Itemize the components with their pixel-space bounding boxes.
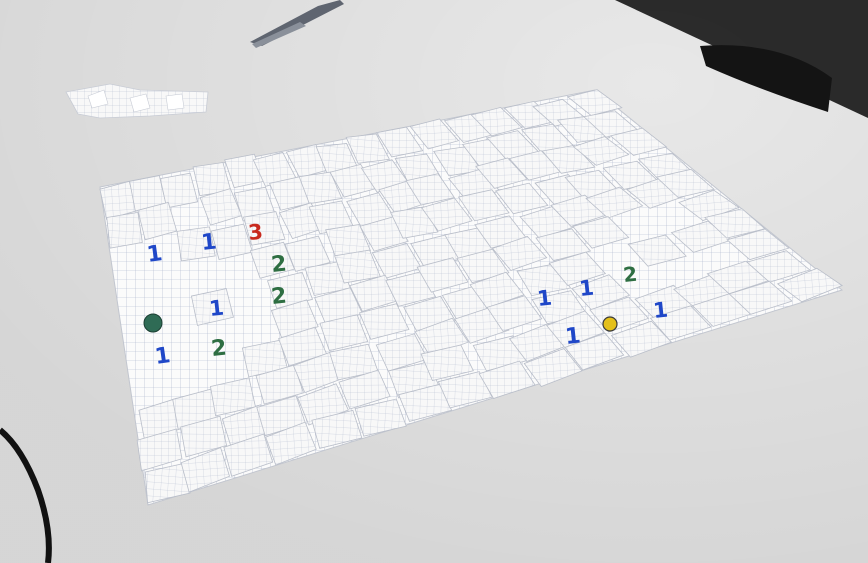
cell-number: 2 <box>210 336 228 362</box>
cell-number: 2 <box>622 262 638 287</box>
cell-number: 1 <box>564 324 582 350</box>
flag-marker-green <box>143 313 163 333</box>
cell-number: 2 <box>270 284 288 310</box>
cell-number: 1 <box>578 276 595 301</box>
cell-number: 1 <box>652 298 669 323</box>
photo-scene: 1 1 3 2 2 1 1 2 1 1 2 1 1 <box>0 0 868 563</box>
flag-marker-yellow <box>602 316 618 332</box>
cell-number: 1 <box>536 286 553 311</box>
cell-number: 1 <box>208 296 225 321</box>
cell-number: 1 <box>200 230 218 256</box>
cell-number: 2 <box>270 252 288 278</box>
cell-number: 3 <box>247 220 264 245</box>
